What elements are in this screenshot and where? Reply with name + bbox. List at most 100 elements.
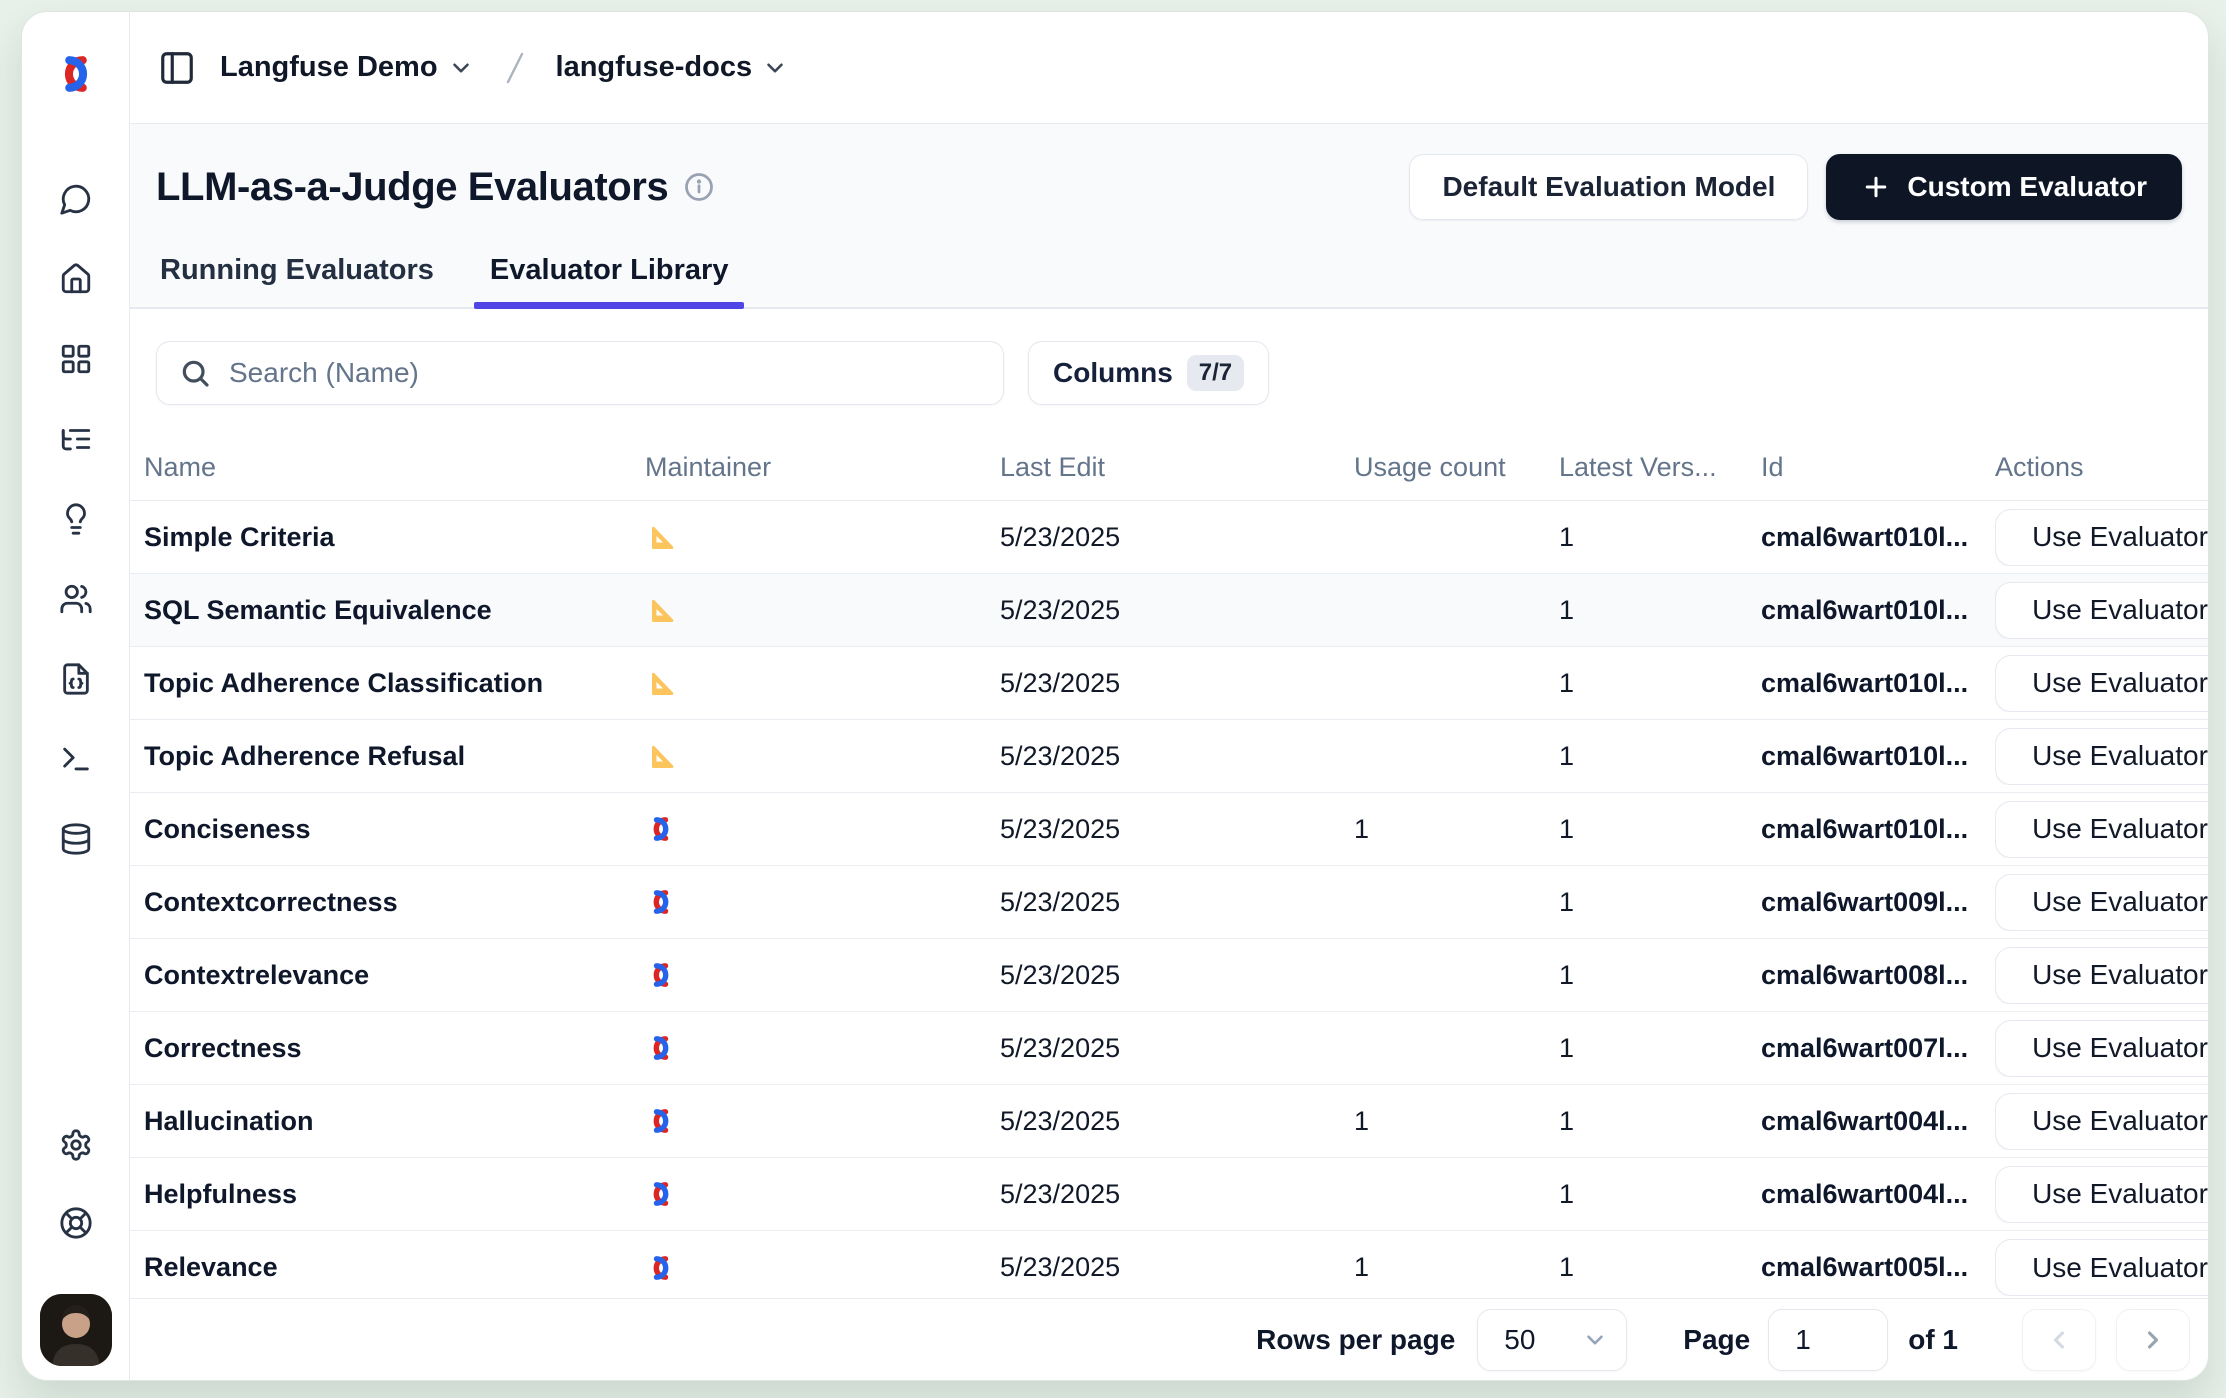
maintainer-cell — [645, 1105, 1000, 1137]
table-header-row: Name Maintainer Last Edit Usage count La… — [130, 435, 2208, 501]
use-evaluator-button[interactable]: Use Evaluator — [1995, 1093, 2209, 1150]
langfuse-logo-icon[interactable] — [52, 50, 100, 98]
evaluator-id: cmal6wart004l... — [1761, 1106, 1995, 1137]
table-row[interactable]: Hallucination 5/23/2025 1 1 cmal6wart004… — [130, 1085, 2208, 1158]
maintainer-cell — [645, 813, 1000, 845]
table-row[interactable]: Conciseness 5/23/2025 1 1 cmal6wart010l.… — [130, 793, 2208, 866]
pagination-bar: Rows per page 50 Page of 1 — [130, 1298, 2208, 1380]
latest-version-value: 1 — [1559, 1106, 1761, 1137]
evaluator-id: cmal6wart009l... — [1761, 887, 1995, 918]
table-row[interactable]: Simple Criteria 5/23/2025 1 cmal6wart010… — [130, 501, 2208, 574]
next-page-button[interactable] — [2116, 1309, 2190, 1371]
chevron-down-icon — [448, 55, 474, 81]
user-avatar[interactable] — [40, 1294, 112, 1366]
previous-page-button[interactable] — [2022, 1309, 2096, 1371]
rows-per-page-select[interactable]: 50 — [1477, 1309, 1627, 1371]
use-evaluator-button[interactable]: Use Evaluator — [1995, 728, 2209, 785]
latest-version-value: 1 — [1559, 522, 1761, 553]
last-edit-date: 5/23/2025 — [1000, 1106, 1354, 1137]
use-evaluator-button[interactable]: Use Evaluator — [1995, 1166, 2209, 1223]
database-icon[interactable] — [59, 822, 93, 856]
latest-version-value: 1 — [1559, 741, 1761, 772]
column-header-id[interactable]: Id — [1761, 452, 1995, 483]
maintainer-icon — [645, 1252, 677, 1284]
latest-version-value: 1 — [1559, 887, 1761, 918]
maintainer-cell — [645, 1032, 1000, 1064]
search-chat-icon[interactable] — [59, 182, 93, 216]
settings-gear-icon[interactable] — [59, 1128, 93, 1162]
table-toolbar: Columns 7/7 — [130, 309, 2208, 435]
usage-count-value: 1 — [1354, 814, 1559, 845]
home-icon[interactable] — [59, 262, 93, 296]
last-edit-date: 5/23/2025 — [1000, 1252, 1354, 1283]
actions-cell: Use Evaluator — [1995, 1166, 2209, 1223]
use-evaluator-button[interactable]: Use Evaluator — [1995, 655, 2209, 712]
column-header-last-edit[interactable]: Last Edit — [1000, 452, 1354, 483]
main-area: Langfuse Demo langfuse-docs LLM-as-a-Jud… — [130, 12, 2208, 1380]
rows-per-page-label: Rows per page — [1256, 1324, 1455, 1356]
actions-cell: Use Evaluator — [1995, 509, 2209, 566]
latest-version-value: 1 — [1559, 668, 1761, 699]
lifebuoy-icon[interactable] — [59, 1206, 93, 1240]
table-row[interactable]: SQL Semantic Equivalence 5/23/2025 1 cma… — [130, 574, 2208, 647]
evaluator-id: cmal6wart010l... — [1761, 522, 1995, 553]
page-number-input[interactable] — [1768, 1309, 1888, 1371]
use-evaluator-button[interactable]: Use Evaluator — [1995, 582, 2209, 639]
columns-button[interactable]: Columns 7/7 — [1028, 341, 1269, 405]
default-evaluation-model-button[interactable]: Default Evaluation Model — [1409, 154, 1808, 220]
top-bar: Langfuse Demo langfuse-docs — [130, 12, 2208, 124]
use-evaluator-button[interactable]: Use Evaluator — [1995, 509, 2209, 566]
evaluator-id: cmal6wart005l... — [1761, 1252, 1995, 1283]
project-switcher[interactable]: Langfuse Demo — [212, 45, 482, 90]
table-row[interactable]: Relevance 5/23/2025 1 1 cmal6wart005l...… — [130, 1231, 2208, 1304]
file-code-icon[interactable] — [59, 662, 93, 696]
chevron-left-icon — [2045, 1326, 2073, 1354]
dashboard-grid-icon[interactable] — [59, 342, 93, 376]
trace-tree-icon[interactable] — [59, 422, 93, 456]
maintainer-icon — [645, 1178, 677, 1210]
table-row[interactable]: Contextrelevance 5/23/2025 1 cmal6wart00… — [130, 939, 2208, 1012]
use-evaluator-button[interactable]: Use Evaluator — [1995, 1020, 2209, 1077]
maintainer-icon — [645, 886, 677, 918]
tab-evaluator-library[interactable]: Evaluator Library — [486, 254, 733, 307]
search-input[interactable] — [229, 357, 981, 389]
tab-running-evaluators[interactable]: Running Evaluators — [156, 254, 438, 307]
use-evaluator-button[interactable]: Use Evaluator — [1995, 947, 2209, 1004]
column-header-maintainer[interactable]: Maintainer — [645, 452, 1000, 483]
maintainer-cell — [645, 740, 1000, 772]
table-row[interactable]: Topic Adherence Classification 5/23/2025… — [130, 647, 2208, 720]
maintainer-cell — [645, 959, 1000, 991]
actions-cell: Use Evaluator — [1995, 947, 2209, 1004]
table-row[interactable]: Helpfulness 5/23/2025 1 cmal6wart004l...… — [130, 1158, 2208, 1231]
evaluator-id: cmal6wart010l... — [1761, 814, 1995, 845]
maintainer-icon — [645, 1105, 677, 1137]
column-header-latest-version[interactable]: Latest Vers... — [1559, 452, 1761, 483]
page-title: LLM-as-a-Judge Evaluators — [156, 165, 668, 210]
columns-count-badge: 7/7 — [1187, 355, 1244, 391]
table-row[interactable]: Correctness 5/23/2025 1 cmal6wart007l...… — [130, 1012, 2208, 1085]
evaluator-name: Topic Adherence Refusal — [144, 741, 645, 772]
maintainer-icon — [645, 813, 677, 845]
terminal-icon[interactable] — [59, 742, 93, 776]
users-icon[interactable] — [59, 582, 93, 616]
use-evaluator-button[interactable]: Use Evaluator — [1995, 874, 2209, 931]
table-row[interactable]: Topic Adherence Refusal 5/23/2025 1 cmal… — [130, 720, 2208, 793]
column-header-name[interactable]: Name — [144, 452, 645, 483]
actions-cell: Use Evaluator — [1995, 1093, 2209, 1150]
use-evaluator-button[interactable]: Use Evaluator — [1995, 801, 2209, 858]
last-edit-date: 5/23/2025 — [1000, 814, 1354, 845]
tab-bar: Running Evaluators Evaluator Library — [156, 254, 2182, 307]
custom-evaluator-button[interactable]: Custom Evaluator — [1826, 154, 2182, 220]
column-header-usage-count[interactable]: Usage count — [1354, 452, 1559, 483]
resource-switcher[interactable]: langfuse-docs — [548, 45, 797, 90]
actions-cell: Use Evaluator — [1995, 874, 2209, 931]
use-evaluator-button[interactable]: Use Evaluator — [1995, 1239, 2209, 1296]
table-row[interactable]: Contextcorrectness 5/23/2025 1 cmal6wart… — [130, 866, 2208, 939]
search-box — [156, 341, 1004, 405]
sidebar-bottom — [40, 1128, 112, 1366]
table-body: Simple Criteria 5/23/2025 1 cmal6wart010… — [130, 501, 2208, 1298]
maintainer-icon — [645, 667, 677, 699]
info-icon[interactable] — [684, 172, 714, 202]
lightbulb-icon[interactable] — [59, 502, 93, 536]
sidebar-toggle-icon[interactable] — [158, 49, 196, 87]
